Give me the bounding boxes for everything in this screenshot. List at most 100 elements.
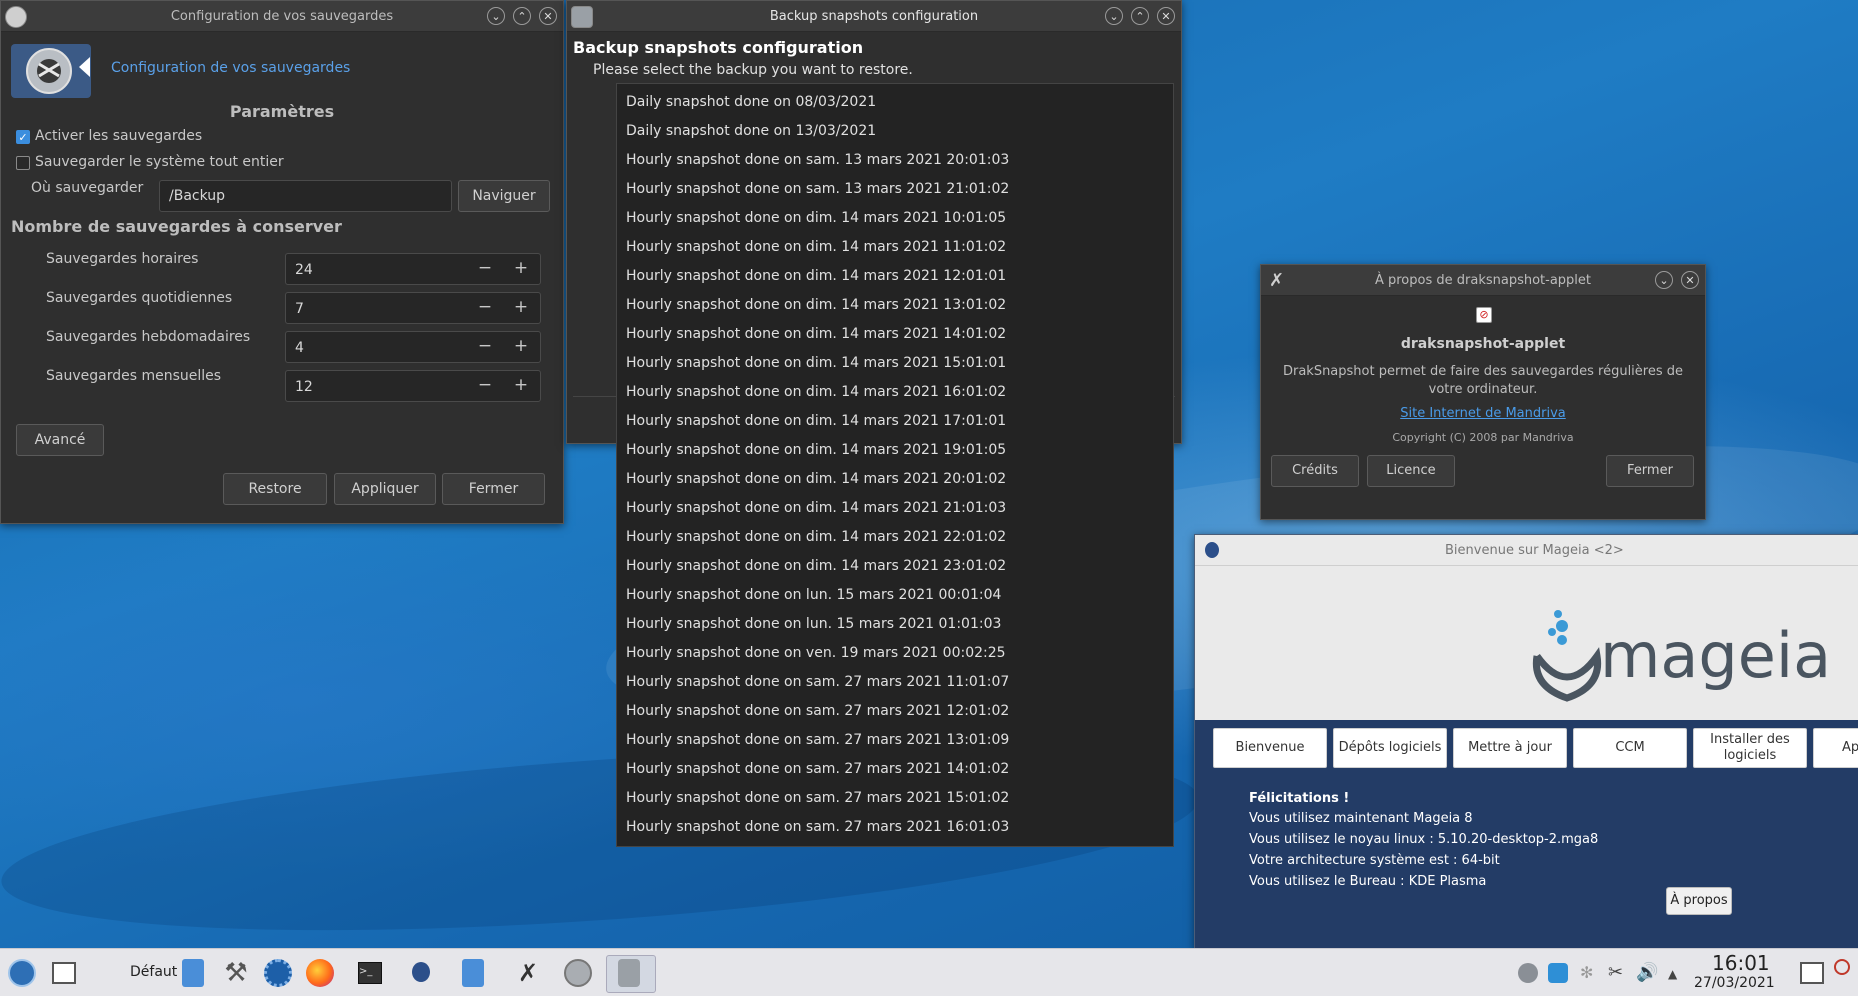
browse-button[interactable]: Naviguer: [458, 180, 550, 212]
minimize-icon[interactable]: ⌄: [1105, 7, 1123, 25]
snapshot-item[interactable]: Hourly snapshot done on dim. 14 mars 202…: [617, 291, 1173, 320]
increment-icon[interactable]: +: [508, 297, 534, 317]
terminal-icon[interactable]: >_: [358, 962, 382, 984]
mageia-btn-depots[interactable]: Dépôts logiciels: [1333, 728, 1447, 768]
snapshot-item[interactable]: Hourly snapshot done on sam. 27 mars 202…: [617, 726, 1173, 755]
snapshot-item[interactable]: Hourly snapshot done on dim. 14 mars 202…: [617, 407, 1173, 436]
power-icon[interactable]: [1834, 959, 1850, 975]
activity-label[interactable]: Défaut: [130, 964, 177, 980]
titlebar[interactable]: Bienvenue sur Mageia <2>: [1195, 535, 1858, 566]
snapshot-item[interactable]: Daily snapshot done on 08/03/2021: [617, 88, 1173, 117]
tray-expand-icon[interactable]: ▲: [1668, 967, 1682, 981]
tray-clipboard-icon[interactable]: ✂: [1608, 963, 1628, 983]
collapse-arrow-icon[interactable]: [79, 57, 90, 77]
hourly-spinner[interactable]: 24 − +: [285, 253, 541, 285]
daily-spinner[interactable]: 7 − +: [285, 292, 541, 324]
enable-backups-label[interactable]: Activer les sauvegardes: [35, 128, 202, 144]
daily-value[interactable]: 7: [295, 301, 304, 317]
minimize-icon[interactable]: ⌄: [487, 7, 505, 25]
application-launcher-icon[interactable]: [8, 959, 36, 987]
snapshot-item[interactable]: Hourly snapshot done on dim. 14 mars 202…: [617, 436, 1173, 465]
snapshot-item[interactable]: Hourly snapshot done on dim. 14 mars 202…: [617, 494, 1173, 523]
close-icon[interactable]: ✕: [539, 7, 557, 25]
snapshot-item[interactable]: Hourly snapshot done on dim. 14 mars 202…: [617, 233, 1173, 262]
file-manager-icon[interactable]: [182, 959, 204, 987]
minimize-icon[interactable]: ⌄: [1655, 271, 1673, 289]
maximize-icon[interactable]: ⌃: [513, 7, 531, 25]
snapshot-item[interactable]: Hourly snapshot done on dim. 14 mars 202…: [617, 465, 1173, 494]
tray-volume-icon[interactable]: 🔊: [1636, 963, 1660, 983]
mageia-btn-installer[interactable]: Installer des logiciels: [1693, 728, 1807, 768]
draksnapshot-task-icon[interactable]: [564, 959, 592, 987]
whole-system-label[interactable]: Sauvegarder le système tout entier: [35, 154, 284, 170]
header-link[interactable]: Configuration de vos sauvegardes: [111, 60, 350, 76]
firefox-icon[interactable]: [306, 959, 334, 987]
tray-update-icon[interactable]: [1548, 963, 1568, 983]
mageia-btn-ccm[interactable]: CCM: [1573, 728, 1687, 768]
show-desktop-right-icon[interactable]: [1800, 962, 1824, 984]
close-icon[interactable]: ✕: [1157, 7, 1175, 25]
license-button[interactable]: Licence: [1367, 455, 1455, 487]
settings-gear-icon[interactable]: [264, 959, 292, 987]
clock-time[interactable]: 16:01: [1712, 951, 1770, 975]
restore-button[interactable]: Restore: [223, 473, 327, 505]
snapshot-item[interactable]: Daily snapshot done on 13/03/2021: [617, 117, 1173, 146]
increment-icon[interactable]: +: [508, 336, 534, 356]
snapshot-item[interactable]: Hourly snapshot done on dim. 14 mars 202…: [617, 523, 1173, 552]
snapshot-item[interactable]: Hourly snapshot done on sam. 27 mars 202…: [617, 755, 1173, 784]
increment-icon[interactable]: +: [508, 258, 534, 278]
whole-system-checkbox[interactable]: [16, 156, 30, 170]
about-close-button[interactable]: Fermer: [1606, 455, 1694, 487]
increment-icon[interactable]: +: [508, 375, 534, 395]
snapshot-item[interactable]: Hourly snapshot done on sam. 27 mars 202…: [617, 813, 1173, 842]
mageia-btn-bienvenue[interactable]: Bienvenue: [1213, 728, 1327, 768]
where-input[interactable]: /Backup: [159, 180, 452, 212]
hourly-value[interactable]: 24: [295, 262, 313, 278]
mageia-welcome-icon[interactable]: [412, 962, 430, 982]
snapshot-item[interactable]: Hourly snapshot done on dim. 14 mars 202…: [617, 320, 1173, 349]
monthly-value[interactable]: 12: [295, 379, 313, 395]
maximize-icon[interactable]: ⌃: [1131, 7, 1149, 25]
snapshot-item[interactable]: Hourly snapshot done on lun. 15 mars 202…: [617, 610, 1173, 639]
snapshot-item[interactable]: Hourly snapshot done on sam. 13 mars 202…: [617, 146, 1173, 175]
monthly-spinner[interactable]: 12 − +: [285, 370, 541, 402]
close-button[interactable]: Fermer: [442, 473, 545, 505]
snapshot-item[interactable]: Hourly snapshot done on sam. 27 mars 202…: [617, 668, 1173, 697]
about-website-link-text[interactable]: Site Internet de Mandriva: [1400, 406, 1566, 421]
titlebar[interactable]: Backup snapshots configuration ⌄ ⌃ ✕: [567, 1, 1181, 32]
snapshot-item[interactable]: Hourly snapshot done on dim. 14 mars 202…: [617, 552, 1173, 581]
decrement-icon[interactable]: −: [472, 297, 498, 317]
mageia-btn-mettre-a-jour[interactable]: Mettre à jour: [1453, 728, 1567, 768]
weekly-value[interactable]: 4: [295, 340, 304, 356]
snapshot-item[interactable]: Hourly snapshot done on sam. 13 mars 202…: [617, 175, 1173, 204]
decrement-icon[interactable]: −: [472, 258, 498, 278]
enable-backups-checkbox[interactable]: ✓: [16, 130, 30, 144]
decrement-icon[interactable]: −: [472, 336, 498, 356]
snapshot-item[interactable]: Hourly snapshot done on dim. 14 mars 202…: [617, 378, 1173, 407]
tray-snapshot-icon[interactable]: [1518, 963, 1538, 983]
snapshot-item[interactable]: Hourly snapshot done on ven. 19 mars 202…: [617, 639, 1173, 668]
snapshot-list[interactable]: Daily snapshot done on 08/03/2021 Daily s…: [616, 83, 1174, 847]
snapshot-item[interactable]: Hourly snapshot done on sam. 27 mars 202…: [617, 697, 1173, 726]
show-desktop-icon[interactable]: [52, 962, 76, 984]
drakconf-icon[interactable]: [462, 959, 484, 987]
titlebar[interactable]: ✗ À propos de draksnapshot-applet ⌄ ✕: [1261, 265, 1705, 296]
database-task-icon[interactable]: [618, 959, 640, 987]
about-website-link[interactable]: Site Internet de Mandriva: [1261, 406, 1705, 421]
snapshot-item[interactable]: Hourly snapshot done on lun. 15 mars 202…: [617, 581, 1173, 610]
snapshot-item[interactable]: Hourly snapshot done on dim. 14 mars 202…: [617, 262, 1173, 291]
tools-icon[interactable]: ⚒: [222, 959, 250, 987]
close-icon[interactable]: ✕: [1681, 271, 1699, 289]
tray-network-icon[interactable]: ✻: [1580, 963, 1600, 983]
snapshot-item[interactable]: Hourly snapshot done on dim. 14 mars 202…: [617, 349, 1173, 378]
credits-button[interactable]: Crédits: [1271, 455, 1359, 487]
snapshot-item[interactable]: Hourly snapshot done on sam. 27 mars 202…: [617, 784, 1173, 813]
apply-button[interactable]: Appliquer: [334, 473, 436, 505]
x-tools-icon[interactable]: ✗: [514, 959, 542, 987]
titlebar[interactable]: Configuration de vos sauvegardes ⌄ ⌃ ✕: [1, 1, 563, 32]
mageia-about-button[interactable]: À propos: [1666, 887, 1732, 915]
snapshot-item[interactable]: Hourly snapshot done on dim. 14 mars 202…: [617, 204, 1173, 233]
clock-date[interactable]: 27/03/2021: [1694, 975, 1775, 991]
mageia-btn-applications[interactable]: Appl: [1813, 728, 1858, 768]
advanced-button[interactable]: Avancé: [16, 424, 104, 456]
